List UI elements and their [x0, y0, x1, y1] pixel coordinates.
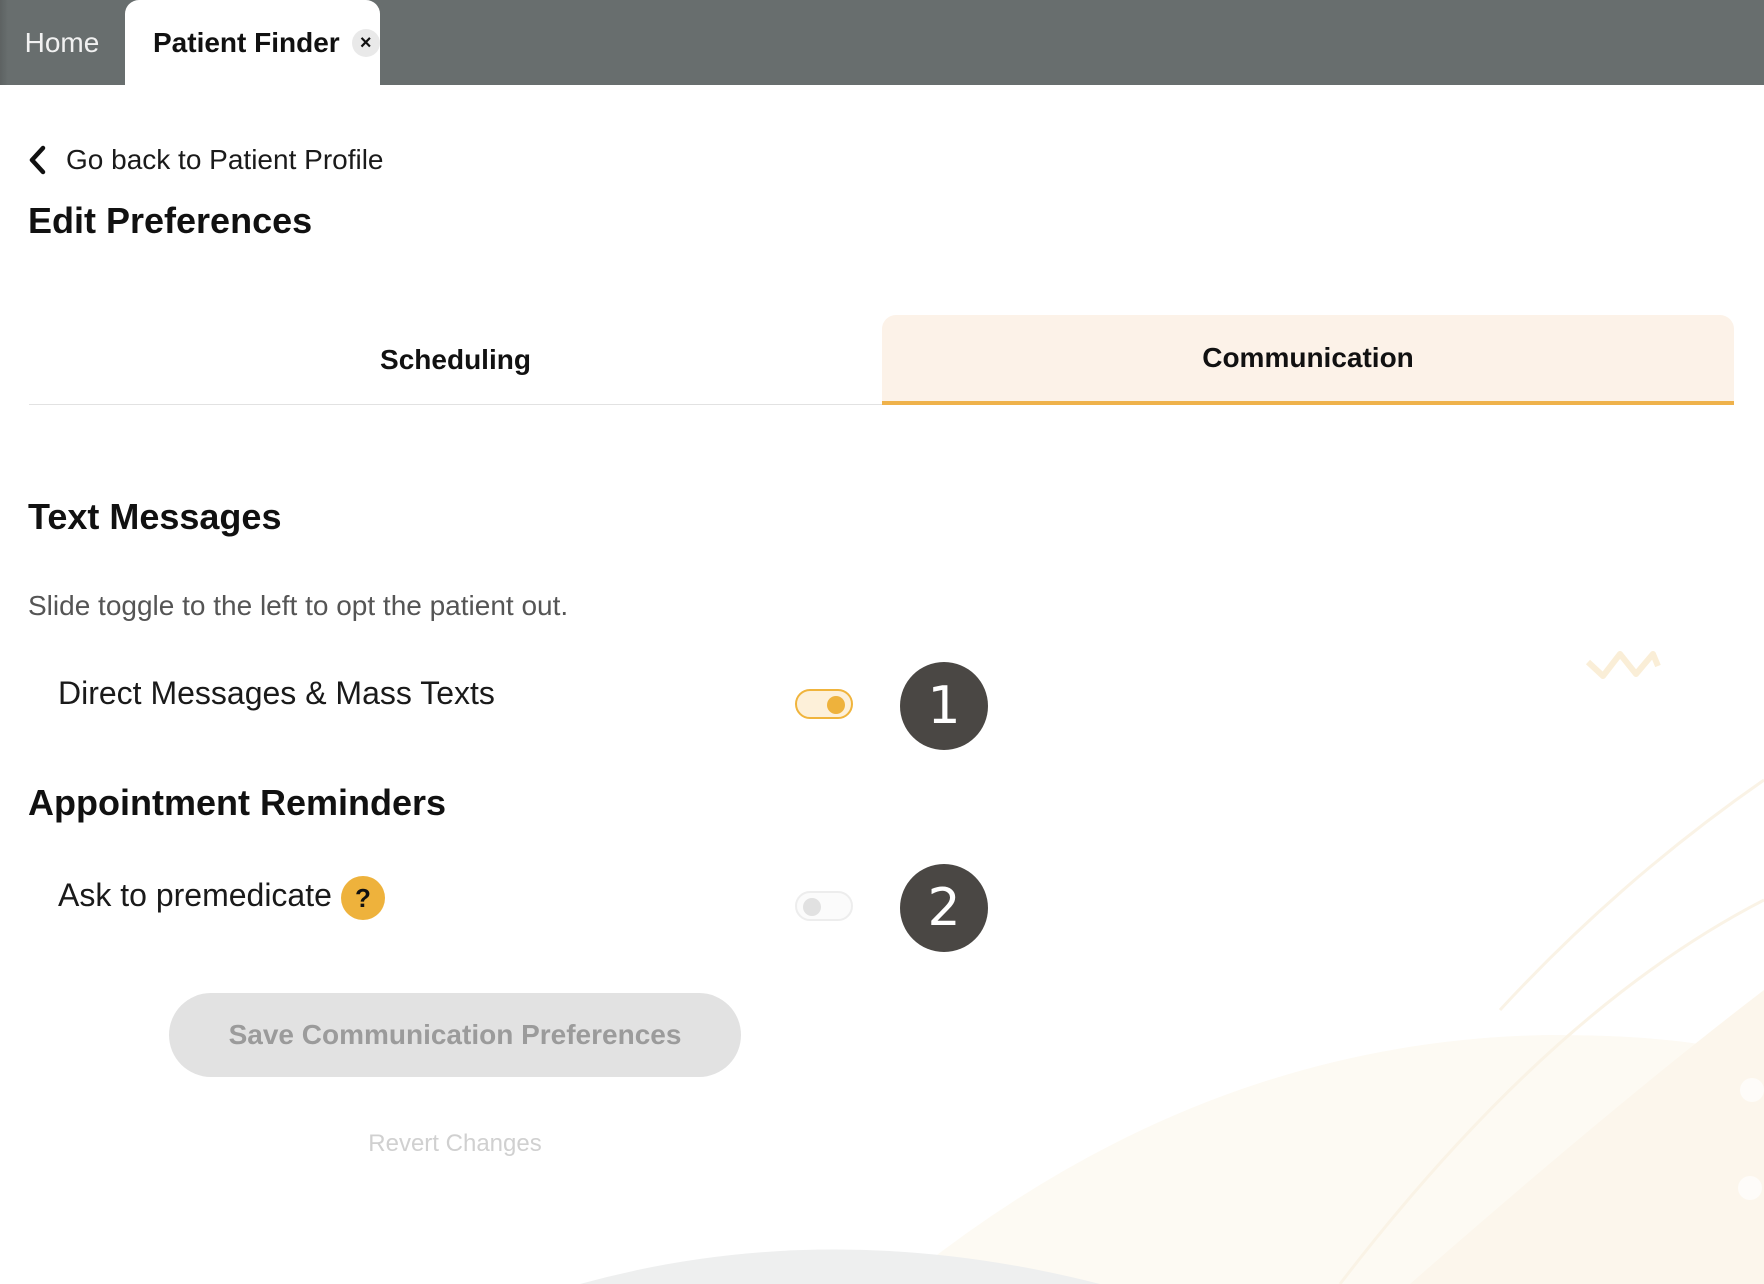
toggle-knob [803, 898, 821, 916]
premedicate-label: Ask to premedicate [58, 877, 332, 913]
close-icon[interactable]: × [351, 28, 380, 57]
tab-home[interactable]: Home [0, 0, 124, 85]
tab-scheduling[interactable]: Scheduling [29, 315, 882, 405]
tab-strip: Home Patient Finder × [0, 0, 1764, 85]
page-title: Edit Preferences [28, 200, 313, 241]
back-to-profile-link[interactable]: Go back to Patient Profile [28, 140, 384, 180]
tab-patient-finder-label: Patient Finder [153, 26, 340, 58]
direct-messages-toggle[interactable] [795, 689, 853, 719]
premedicate-toggle[interactable] [795, 891, 853, 921]
revert-changes-link[interactable]: Revert Changes [169, 1130, 741, 1158]
chevron-left-icon [29, 145, 46, 175]
app-window: Home Patient Finder × Go back to Patient… [0, 0, 1764, 1284]
annotation-badge-2: 2 [900, 864, 988, 952]
direct-messages-label: Direct Messages & Mass Texts [58, 675, 495, 711]
background-decoration [580, 651, 1764, 1284]
tab-patient-finder[interactable]: Patient Finder × [125, 0, 380, 85]
question-mark-icon[interactable]: ? [341, 876, 385, 920]
toggle-knob [827, 696, 845, 714]
section-title-appointment-reminders: Appointment Reminders [28, 782, 447, 823]
save-communication-preferences-button[interactable]: Save Communication Preferences [169, 993, 741, 1077]
section-title-text-messages: Text Messages [28, 496, 282, 537]
preference-tabs: Scheduling Communication [29, 315, 1734, 405]
back-link-label: Go back to Patient Profile [66, 144, 384, 175]
tab-communication[interactable]: Communication [882, 315, 1734, 405]
annotation-badge-1: 1 [900, 662, 988, 750]
opt-out-helper-text: Slide toggle to the left to opt the pati… [28, 590, 569, 621]
tab-home-label: Home [24, 26, 100, 58]
